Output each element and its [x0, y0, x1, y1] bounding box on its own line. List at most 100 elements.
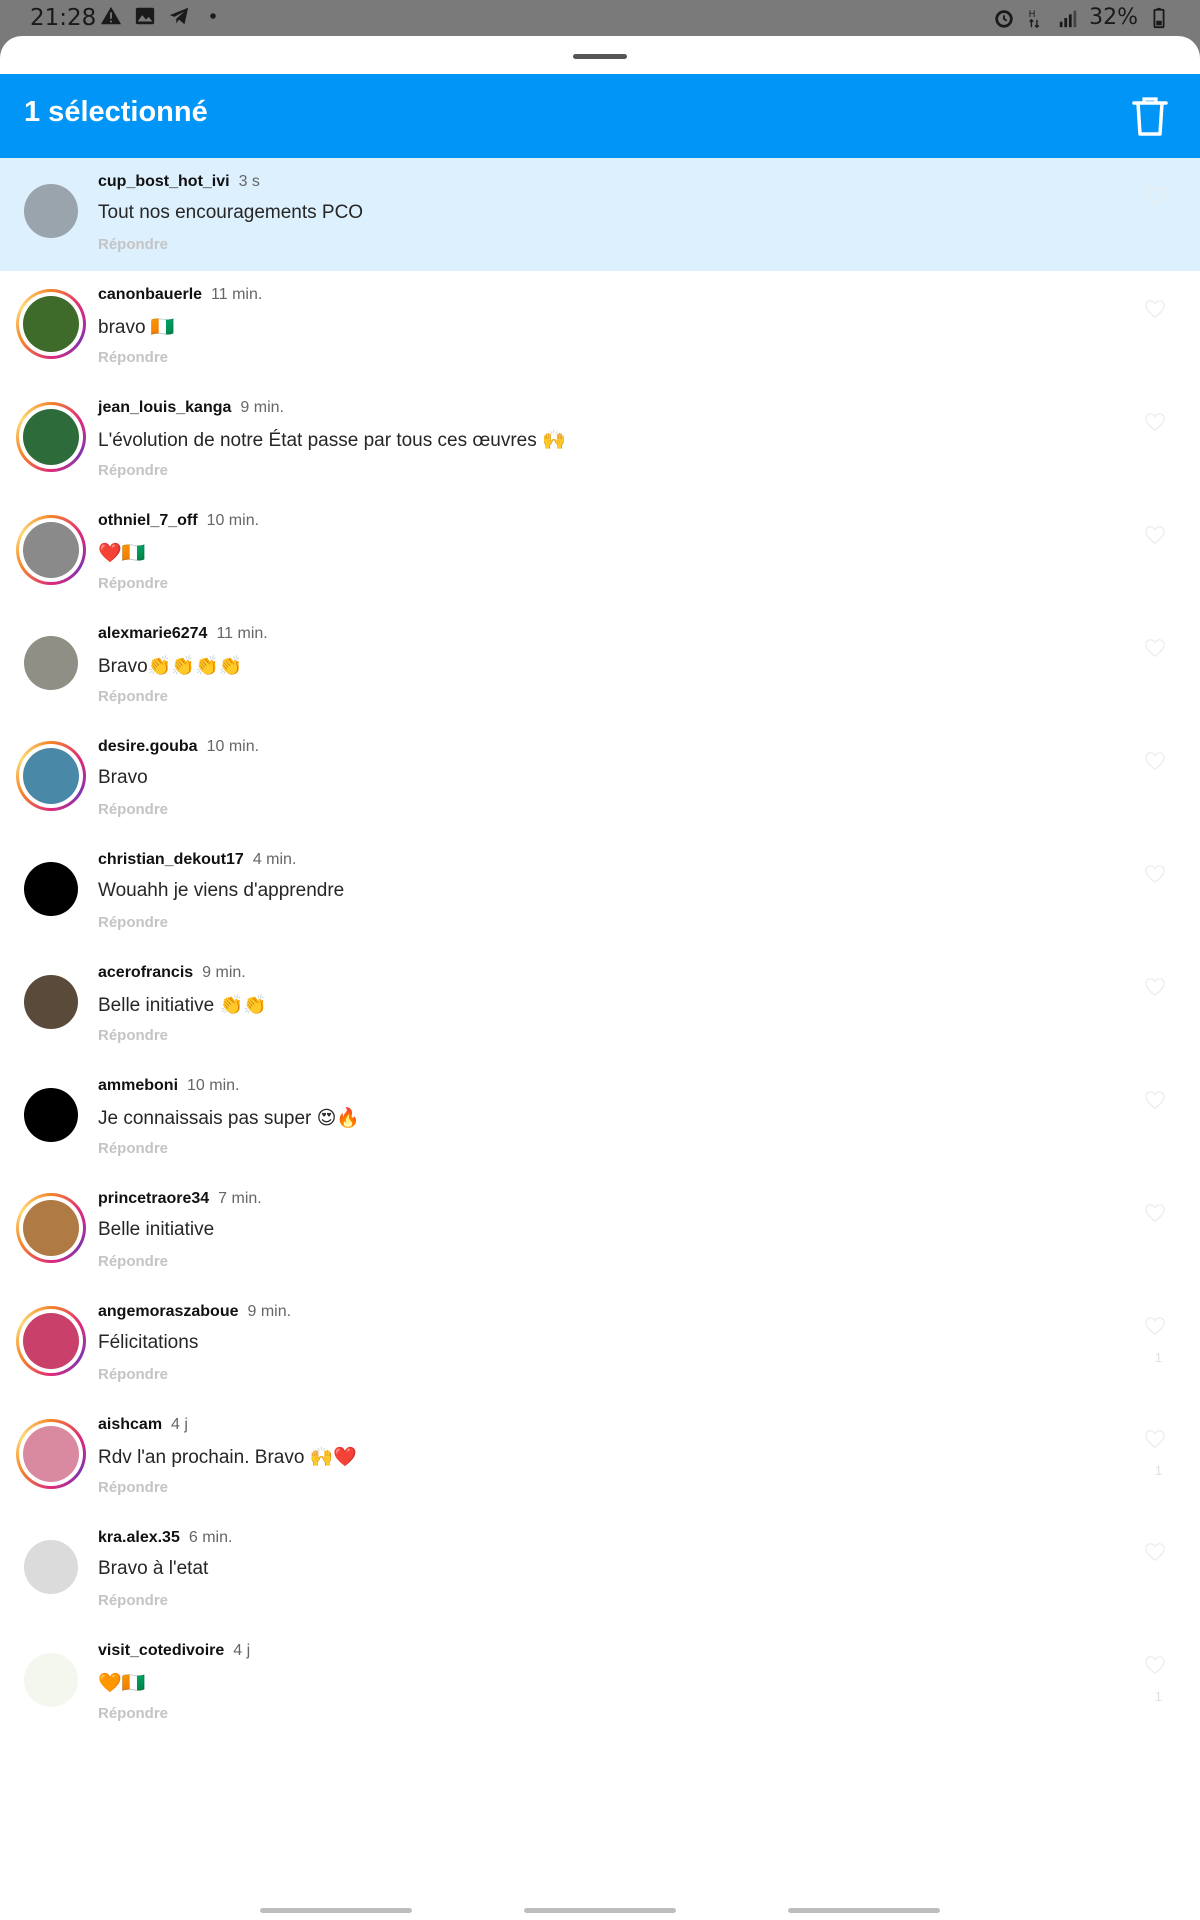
- heart-icon[interactable]: [1144, 1429, 1166, 1449]
- heart-icon[interactable]: [1144, 1203, 1166, 1223]
- reply-button[interactable]: Répondre: [98, 1027, 168, 1044]
- heart-icon[interactable]: [1144, 412, 1166, 432]
- comment-time: 4 min.: [252, 851, 297, 868]
- nav-recents-button[interactable]: [260, 1908, 412, 1913]
- comment-row[interactable]: christian_dekout17 4 min. Wouahh je viens…: [0, 836, 1200, 949]
- like-count: 1: [1154, 1689, 1162, 1704]
- comment-username[interactable]: cup_bost_hot_ivi: [98, 173, 230, 190]
- avatar-image: [23, 296, 79, 352]
- comment-time: 9 min.: [240, 399, 284, 416]
- reply-button[interactable]: Répondre: [98, 349, 168, 366]
- comment-row[interactable]: ammeboni 10 min. Je connaissais pas super…: [0, 1062, 1200, 1175]
- status-bar: 21:28 H 32%: [0, 0, 1200, 36]
- reply-button[interactable]: Répondre: [98, 801, 168, 818]
- heart-icon[interactable]: [1144, 186, 1166, 206]
- comment-row[interactable]: acerofrancis 9 min. Belle initiative 👏👏 R…: [0, 949, 1200, 1062]
- comment-row[interactable]: kra.alex.35 6 min. Bravo à l'etat Répondr…: [0, 1514, 1200, 1627]
- avatar-image: [24, 1540, 78, 1594]
- heart-icon[interactable]: [1144, 751, 1166, 771]
- reply-button[interactable]: Répondre: [98, 688, 168, 705]
- avatar[interactable]: [16, 628, 86, 698]
- heart-icon[interactable]: [1144, 1542, 1166, 1562]
- comment-username[interactable]: princetraore34: [98, 1190, 209, 1207]
- reply-button[interactable]: Répondre: [98, 1253, 168, 1270]
- comment-row[interactable]: princetraore34 7 min. Belle initiative Ré…: [0, 1175, 1200, 1288]
- trash-icon[interactable]: [1130, 94, 1170, 138]
- avatar[interactable]: [16, 1419, 86, 1489]
- heart-icon[interactable]: [1144, 638, 1166, 658]
- comment-row[interactable]: cup_bost_hot_ivi 3 s Tout nos encourageme…: [0, 158, 1200, 271]
- comment-row[interactable]: visit_cotedivoire 4 j 🧡🇨🇮 Répondre 1: [0, 1627, 1200, 1740]
- comment-row[interactable]: canonbauerle 11 min. bravo 🇨🇮 Répondre: [0, 271, 1200, 384]
- reply-button[interactable]: Répondre: [98, 914, 168, 931]
- comment-text: Bravo: [98, 767, 148, 788]
- comment-username[interactable]: visit_cotedivoire: [98, 1642, 224, 1659]
- reply-button[interactable]: Répondre: [98, 236, 168, 253]
- avatar-image: [24, 862, 78, 916]
- comment-row[interactable]: desire.gouba 10 min. Bravo Répondre: [0, 723, 1200, 836]
- avatar[interactable]: [16, 289, 86, 359]
- comment-text: bravo 🇨🇮: [98, 317, 175, 338]
- telegram-icon: [169, 7, 189, 25]
- avatar[interactable]: [16, 1306, 86, 1376]
- avatar[interactable]: [16, 176, 86, 246]
- avatar[interactable]: [16, 854, 86, 924]
- comment-time: 11 min.: [216, 625, 268, 642]
- avatar[interactable]: [16, 1193, 86, 1263]
- avatar[interactable]: [16, 1645, 86, 1715]
- comment-row[interactable]: jean_louis_kanga 9 min. L'évolution de no…: [0, 384, 1200, 497]
- heart-icon[interactable]: [1144, 864, 1166, 884]
- avatar[interactable]: [16, 515, 86, 585]
- nav-home-button[interactable]: [524, 1908, 676, 1913]
- drag-handle[interactable]: [573, 54, 627, 59]
- avatar[interactable]: [16, 1532, 86, 1602]
- reply-button[interactable]: Répondre: [98, 1366, 168, 1383]
- comment-text: Bravo👏👏👏👏: [98, 656, 243, 677]
- comment-username[interactable]: othniel_7_off: [98, 512, 198, 529]
- heart-icon[interactable]: [1144, 1655, 1166, 1675]
- comment-text: Rdv l'an prochain. Bravo 🙌❤️: [98, 1447, 357, 1468]
- comment-row[interactable]: angemoraszaboue 9 min. Félicitations Répo…: [0, 1288, 1200, 1401]
- nav-back-button[interactable]: [788, 1908, 940, 1913]
- reply-button[interactable]: Répondre: [98, 1140, 168, 1157]
- heart-icon[interactable]: [1144, 977, 1166, 997]
- comment-row[interactable]: alexmarie6274 11 min. Bravo👏👏👏👏 Répondre: [0, 610, 1200, 723]
- avatar-image: [23, 748, 79, 804]
- comment-time: 9 min.: [202, 964, 246, 981]
- reply-button[interactable]: Répondre: [98, 1705, 168, 1722]
- avatar[interactable]: [16, 1080, 86, 1150]
- heart-icon[interactable]: [1144, 1090, 1166, 1110]
- comment-username[interactable]: desire.gouba: [98, 738, 198, 755]
- reply-button[interactable]: Répondre: [98, 575, 168, 592]
- reply-button[interactable]: Répondre: [98, 462, 168, 479]
- network-h-icon: H: [1029, 9, 1040, 28]
- battery-icon: [1153, 7, 1165, 28]
- heart-icon[interactable]: [1144, 1316, 1166, 1336]
- selection-action-bar: 1 sélectionné: [0, 74, 1200, 158]
- avatar-image: [24, 184, 78, 238]
- avatar[interactable]: [16, 967, 86, 1037]
- heart-icon[interactable]: [1144, 299, 1166, 319]
- comment-username[interactable]: ammeboni: [98, 1077, 178, 1094]
- avatar-image: [23, 1426, 79, 1482]
- comment-text: L'évolution de notre État passe par tous…: [98, 430, 566, 451]
- comment-username[interactable]: acerofrancis: [98, 964, 193, 981]
- heart-icon[interactable]: [1144, 525, 1166, 545]
- avatar[interactable]: [16, 741, 86, 811]
- comment-username[interactable]: jean_louis_kanga: [98, 399, 231, 416]
- status-left-icons: [100, 5, 224, 27]
- reply-button[interactable]: Répondre: [98, 1592, 168, 1609]
- comment-username[interactable]: kra.alex.35: [98, 1529, 180, 1546]
- avatar[interactable]: [16, 402, 86, 472]
- comment-time: 7 min.: [218, 1190, 262, 1207]
- image-icon: [135, 7, 155, 25]
- comment-username[interactable]: alexmarie6274: [98, 625, 207, 642]
- comment-username[interactable]: angemoraszaboue: [98, 1303, 238, 1320]
- comment-row[interactable]: othniel_7_off 10 min. ❤️🇨🇮 Répondre: [0, 497, 1200, 610]
- comment-row[interactable]: aishcam 4 j Rdv l'an prochain. Bravo 🙌❤️ …: [0, 1401, 1200, 1514]
- comment-username[interactable]: canonbauerle: [98, 286, 202, 303]
- comment-text: Belle initiative: [98, 1219, 215, 1240]
- comment-username[interactable]: christian_dekout17: [98, 851, 244, 868]
- reply-button[interactable]: Répondre: [98, 1479, 168, 1496]
- comment-username[interactable]: aishcam: [98, 1416, 162, 1433]
